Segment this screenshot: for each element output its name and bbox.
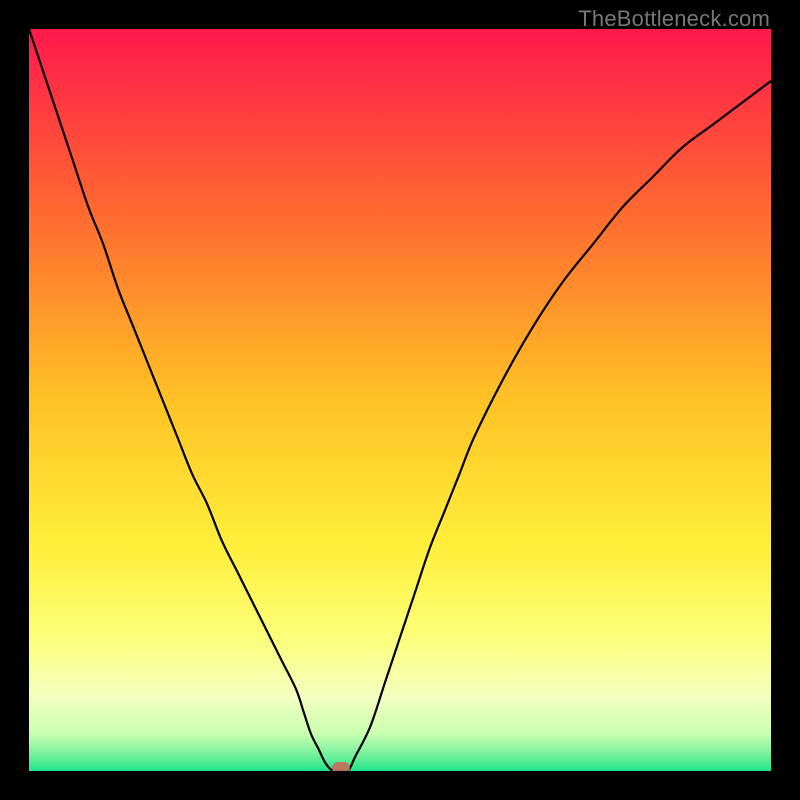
chart-minimum-marker [332, 762, 350, 771]
chart-curve [29, 29, 771, 771]
chart-frame [29, 29, 771, 771]
